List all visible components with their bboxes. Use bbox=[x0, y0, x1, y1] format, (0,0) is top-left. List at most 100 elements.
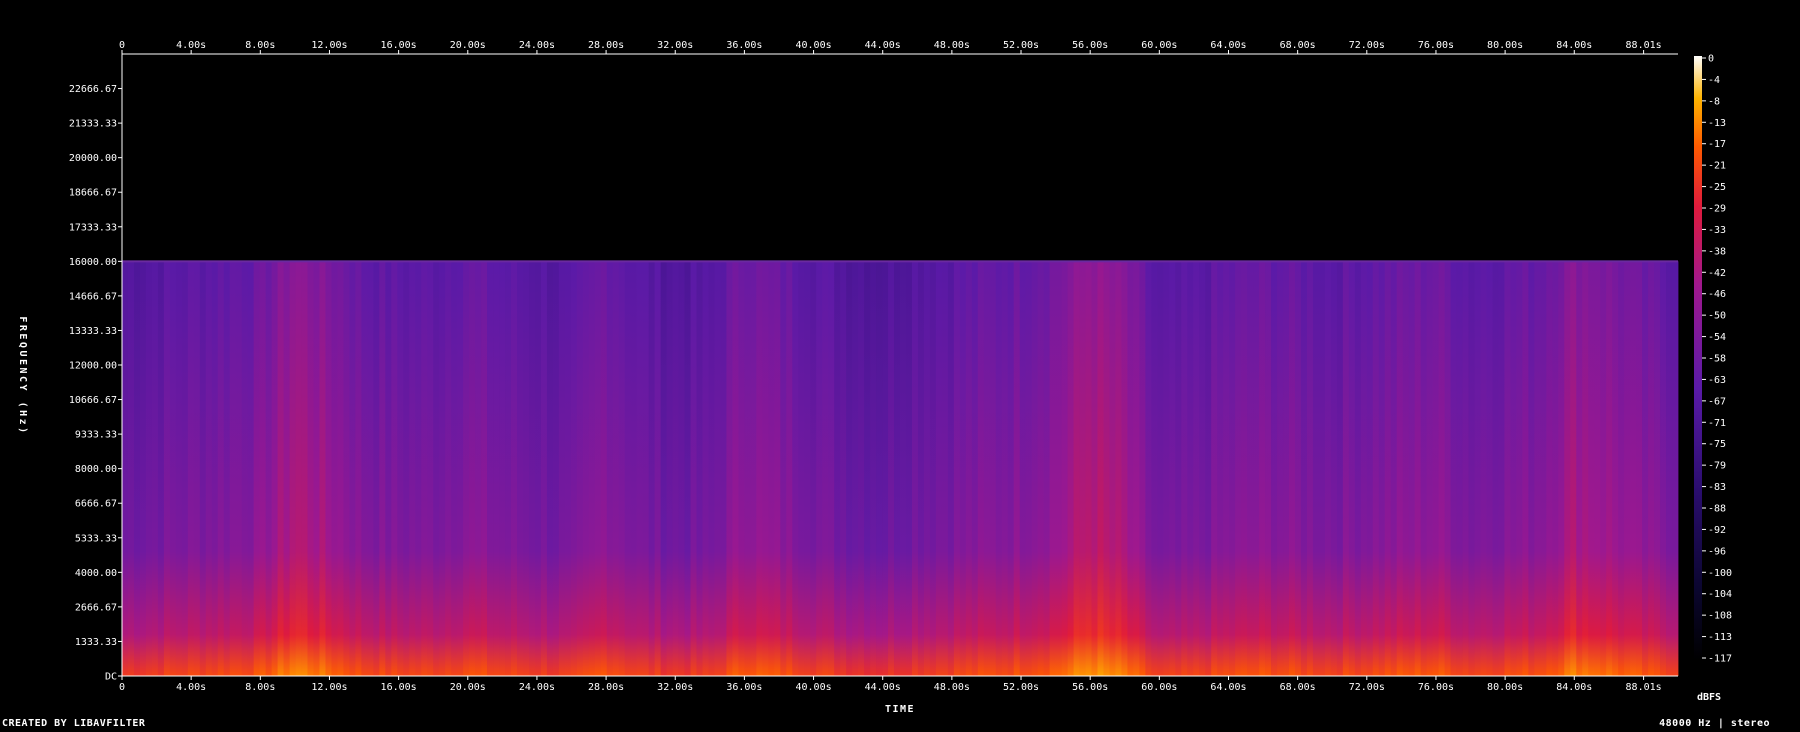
spectrogram-column bbox=[894, 261, 901, 676]
spectrogram-column bbox=[1504, 261, 1511, 676]
spectrogram-column bbox=[612, 261, 620, 676]
x-tick-label: 8.00s bbox=[245, 40, 275, 51]
spectrogram-column bbox=[1294, 261, 1302, 676]
spectrogram-column bbox=[870, 261, 877, 676]
spectrogram-column bbox=[582, 261, 590, 676]
x-tick-label: 72.00s bbox=[1349, 682, 1385, 693]
spectrogram-column bbox=[325, 261, 332, 676]
spectrogram-column bbox=[331, 261, 338, 676]
spectrogram-column bbox=[738, 261, 745, 676]
x-tick-label: 56.00s bbox=[1072, 682, 1108, 693]
x-axis-top: 0 4.00s 8.00s 12.00s 16.00s 20.00s 24.00s 28.00… bbox=[119, 40, 1678, 55]
spectrogram-column bbox=[1474, 261, 1481, 676]
spectrogram-column bbox=[265, 261, 273, 676]
spectrogram-column bbox=[421, 261, 428, 676]
spectrogram-column bbox=[391, 261, 398, 676]
spectrogram-column bbox=[1378, 261, 1386, 676]
spectrogram-column bbox=[1037, 261, 1045, 676]
spectrogram-column bbox=[588, 261, 596, 676]
spectrogram-column bbox=[1175, 261, 1182, 676]
colorbar-tick-label: -88 bbox=[1708, 504, 1726, 515]
spectrogram-column bbox=[1342, 261, 1350, 676]
spectrogram-column bbox=[618, 261, 626, 676]
x-tick-label: 20.00s bbox=[450, 682, 486, 693]
spectrogram-column bbox=[1019, 261, 1027, 676]
spectrogram-column bbox=[1366, 261, 1374, 676]
spectrogram-column bbox=[1636, 261, 1643, 676]
y-tick-label: 12000.00 bbox=[69, 361, 117, 372]
spectrogram-column bbox=[816, 261, 823, 676]
sample-rate-info: 48000 Hz | stereo bbox=[1659, 718, 1770, 729]
spectrogram-column bbox=[205, 261, 213, 676]
spectrogram-column bbox=[385, 261, 392, 676]
spectrogram-column bbox=[229, 261, 237, 676]
spectrogram-column bbox=[810, 261, 817, 676]
spectrogram-column bbox=[708, 261, 715, 676]
spectrogram-column bbox=[696, 261, 703, 676]
spectrogram-column bbox=[505, 261, 512, 676]
spectrogram-column bbox=[654, 261, 662, 676]
colorbar-tick-label: -33 bbox=[1708, 225, 1726, 236]
spectrogram-column bbox=[1564, 261, 1571, 676]
x-tick-label: 56.00s bbox=[1072, 40, 1108, 51]
spectrogram-column bbox=[564, 261, 572, 676]
spectrogram-column bbox=[828, 261, 835, 676]
spectrogram-column bbox=[1091, 261, 1098, 676]
spectrogram-column bbox=[1151, 261, 1158, 676]
x-tick-label: 4.00s bbox=[176, 40, 206, 51]
spectrogram-column bbox=[1271, 261, 1278, 676]
spectrogram-column bbox=[600, 261, 608, 676]
y-tick-label: 9333.33 bbox=[75, 430, 117, 441]
spectrogram-column bbox=[1546, 261, 1553, 676]
colorbar-tick-label: -96 bbox=[1708, 546, 1726, 557]
spectrogram-column bbox=[1510, 261, 1517, 676]
spectrogram-column bbox=[1205, 261, 1212, 676]
spectrogram-column bbox=[211, 261, 219, 676]
spectrogram-column bbox=[672, 261, 679, 676]
spectrogram-column bbox=[397, 261, 404, 676]
colorbar-tick-label: -104 bbox=[1708, 589, 1732, 600]
spectrogram-column bbox=[1241, 261, 1248, 676]
spectrogram-column bbox=[199, 261, 207, 676]
y-tick-label: 5333.33 bbox=[75, 533, 117, 544]
colorbar-tick-label: -108 bbox=[1708, 611, 1732, 622]
spectrogram-column bbox=[1139, 261, 1146, 676]
spectrogram-column bbox=[834, 261, 841, 676]
spectrogram-column bbox=[1163, 261, 1170, 676]
spectrogram-column bbox=[127, 261, 135, 676]
spectrogram-column bbox=[415, 261, 422, 676]
x-tick-label: 64.00s bbox=[1210, 682, 1246, 693]
spectrogram-column bbox=[929, 261, 937, 676]
spectrogram-column bbox=[1432, 261, 1440, 676]
spectrogram-column bbox=[499, 261, 506, 676]
x-tick-label: 0 bbox=[119, 682, 125, 693]
spectrogram-column bbox=[1277, 261, 1284, 676]
spectrogram-column bbox=[1570, 261, 1577, 676]
y-tick-label: 13333.33 bbox=[69, 326, 117, 337]
spectrogram-column bbox=[1336, 261, 1344, 676]
spectrogram-column bbox=[1648, 261, 1655, 676]
spectrogram-column bbox=[349, 261, 356, 676]
spectrogram-column bbox=[1103, 261, 1110, 676]
spectrogram-column bbox=[726, 261, 733, 676]
spectrogram-column bbox=[511, 261, 518, 676]
spectrogram-column bbox=[1450, 261, 1457, 676]
spectrogram-column bbox=[1444, 261, 1451, 676]
spectrogram-column bbox=[175, 261, 183, 676]
spectrogram-column bbox=[1672, 261, 1679, 676]
spectrogram-column bbox=[313, 261, 320, 676]
y-tick-label: 1333.33 bbox=[75, 637, 117, 648]
spectrogram-column bbox=[1187, 261, 1194, 676]
spectrogram-chart: 0 4.00s 8.00s 12.00s 16.00s 20.00s 24.00s 28.00… bbox=[17, 40, 1732, 715]
spectrogram-column bbox=[439, 261, 446, 676]
spectrogram-column bbox=[1265, 261, 1272, 676]
spectrogram-column bbox=[1390, 261, 1398, 676]
spectrogram-column bbox=[570, 261, 578, 676]
spectrogram-column bbox=[1480, 261, 1487, 676]
spectrogram-column bbox=[1324, 261, 1332, 676]
spectrogram-column bbox=[1109, 261, 1116, 676]
spectrogram-column bbox=[768, 261, 775, 676]
spectrogram-column bbox=[307, 261, 314, 676]
spectrogram-column bbox=[295, 261, 302, 676]
x-tick-label: 16.00s bbox=[381, 40, 417, 51]
